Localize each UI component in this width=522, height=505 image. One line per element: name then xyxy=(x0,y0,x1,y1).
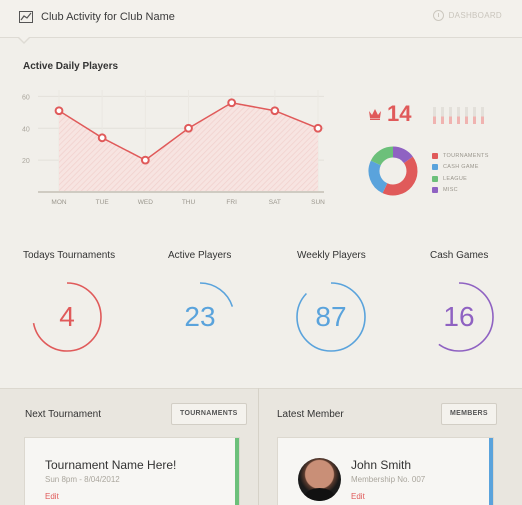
stat-value: 16 xyxy=(443,301,475,332)
stat-label: Active Players xyxy=(168,250,231,261)
data-point[interactable] xyxy=(97,133,107,143)
x-tick-label: SUN xyxy=(311,199,325,206)
tournament-name: Tournament Name Here! xyxy=(45,458,177,472)
bottom-divider xyxy=(258,388,259,505)
active-daily-title: Active Daily Players xyxy=(23,61,119,72)
legend-label: TOURNAMENTS xyxy=(443,152,489,159)
members-button[interactable]: MEMBERS xyxy=(441,403,497,425)
legend-item: MISC xyxy=(432,185,489,197)
mini-bar xyxy=(457,107,460,124)
data-point[interactable] xyxy=(227,98,237,108)
mini-bar xyxy=(433,107,436,124)
stat-label: Weekly Players xyxy=(297,250,366,261)
header-bar: Club Activity for Club Name DASHBOARD xyxy=(0,0,522,38)
stat-value: 4 xyxy=(59,301,75,332)
crown-icon xyxy=(369,109,381,120)
stat-label: Cash Games xyxy=(430,250,488,261)
activity-donut-chart xyxy=(368,146,418,196)
donut-segment[interactable] xyxy=(370,146,394,166)
member-edit-link[interactable]: Edit xyxy=(351,492,365,501)
legend-swatch xyxy=(432,187,438,194)
legend-item: CASH GAME xyxy=(432,162,489,174)
x-tick-label: SAT xyxy=(269,199,281,206)
mini-bar xyxy=(465,107,468,124)
legend-item: LEAGUE xyxy=(432,173,489,185)
page-title: Club Activity for Club Name xyxy=(41,11,175,23)
summary-value: 14 xyxy=(387,101,412,126)
x-tick-label: TUE xyxy=(96,199,110,206)
legend-swatch xyxy=(432,164,438,171)
legend-label: LEAGUE xyxy=(443,175,468,182)
next-tournament-title: Next Tournament xyxy=(25,409,101,420)
legend-item: TOURNAMENTS xyxy=(432,150,489,162)
donut-segment[interactable] xyxy=(368,160,388,194)
donut-segment[interactable] xyxy=(382,156,418,196)
tournament-card[interactable]: Tournament Name Here! Sun 8pm - 8/04/201… xyxy=(24,437,240,505)
data-point[interactable] xyxy=(313,123,323,133)
header-notch-inner xyxy=(19,37,29,42)
member-card[interactable]: John Smith Membership No. 007 Edit xyxy=(277,437,494,505)
donut-legend: TOURNAMENTS CASH GAME LEAGUE MISC xyxy=(432,150,489,196)
x-tick-label: MON xyxy=(51,199,66,206)
mini-bar xyxy=(441,107,444,124)
mini-bar xyxy=(473,107,476,124)
member-number: Membership No. 007 xyxy=(351,475,426,484)
member-name: John Smith xyxy=(351,458,412,472)
legend-swatch xyxy=(432,175,438,182)
gauge-icon xyxy=(432,10,444,21)
tournament-card-accent xyxy=(235,438,239,505)
data-point[interactable] xyxy=(140,155,150,165)
tournament-edit-link[interactable]: Edit xyxy=(45,492,59,501)
mini-bar xyxy=(481,107,484,124)
y-tick-label: 20 xyxy=(22,158,30,165)
legend-swatch xyxy=(432,152,438,159)
data-point[interactable] xyxy=(54,106,64,116)
x-tick-label: FRI xyxy=(226,199,237,206)
line-chart-icon xyxy=(19,11,33,23)
stat-label-text: Active Players xyxy=(168,250,232,261)
avatar xyxy=(298,458,341,501)
y-tick-label: 40 xyxy=(22,126,30,133)
member-card-accent xyxy=(489,438,493,505)
x-tick-label: THU xyxy=(182,199,196,206)
y-tick-label: 60 xyxy=(22,94,30,101)
legend-label: MISC xyxy=(443,187,458,194)
x-tick-label: WED xyxy=(138,199,153,206)
mini-bar xyxy=(449,107,452,124)
stat-label-text: Todays Tournaments xyxy=(23,250,116,261)
latest-member-title: Latest Member xyxy=(277,409,344,420)
data-point[interactable] xyxy=(184,123,193,133)
dashboard-label: DASHBOARD xyxy=(448,11,502,20)
active-players-chart: 20 40 60 MON TUE WED THU FRI SAT SUN xyxy=(22,90,325,206)
stat-value: 87 xyxy=(315,301,347,332)
mini-bar-group xyxy=(433,107,484,124)
stat-label-text: Cash Games xyxy=(430,250,489,261)
stat-label: Todays Tournaments xyxy=(23,250,115,261)
tournament-date: Sun 8pm - 8/04/2012 xyxy=(45,475,120,484)
legend-label: CASH GAME xyxy=(443,164,479,171)
data-point[interactable] xyxy=(270,106,280,116)
dashboard-link[interactable]: DASHBOARD xyxy=(432,10,502,21)
tournaments-button[interactable]: TOURNAMENTS xyxy=(171,403,247,425)
stat-label-text: Weekly Players xyxy=(297,250,366,261)
stat-value: 23 xyxy=(184,301,216,332)
donut-segment[interactable] xyxy=(392,146,413,164)
